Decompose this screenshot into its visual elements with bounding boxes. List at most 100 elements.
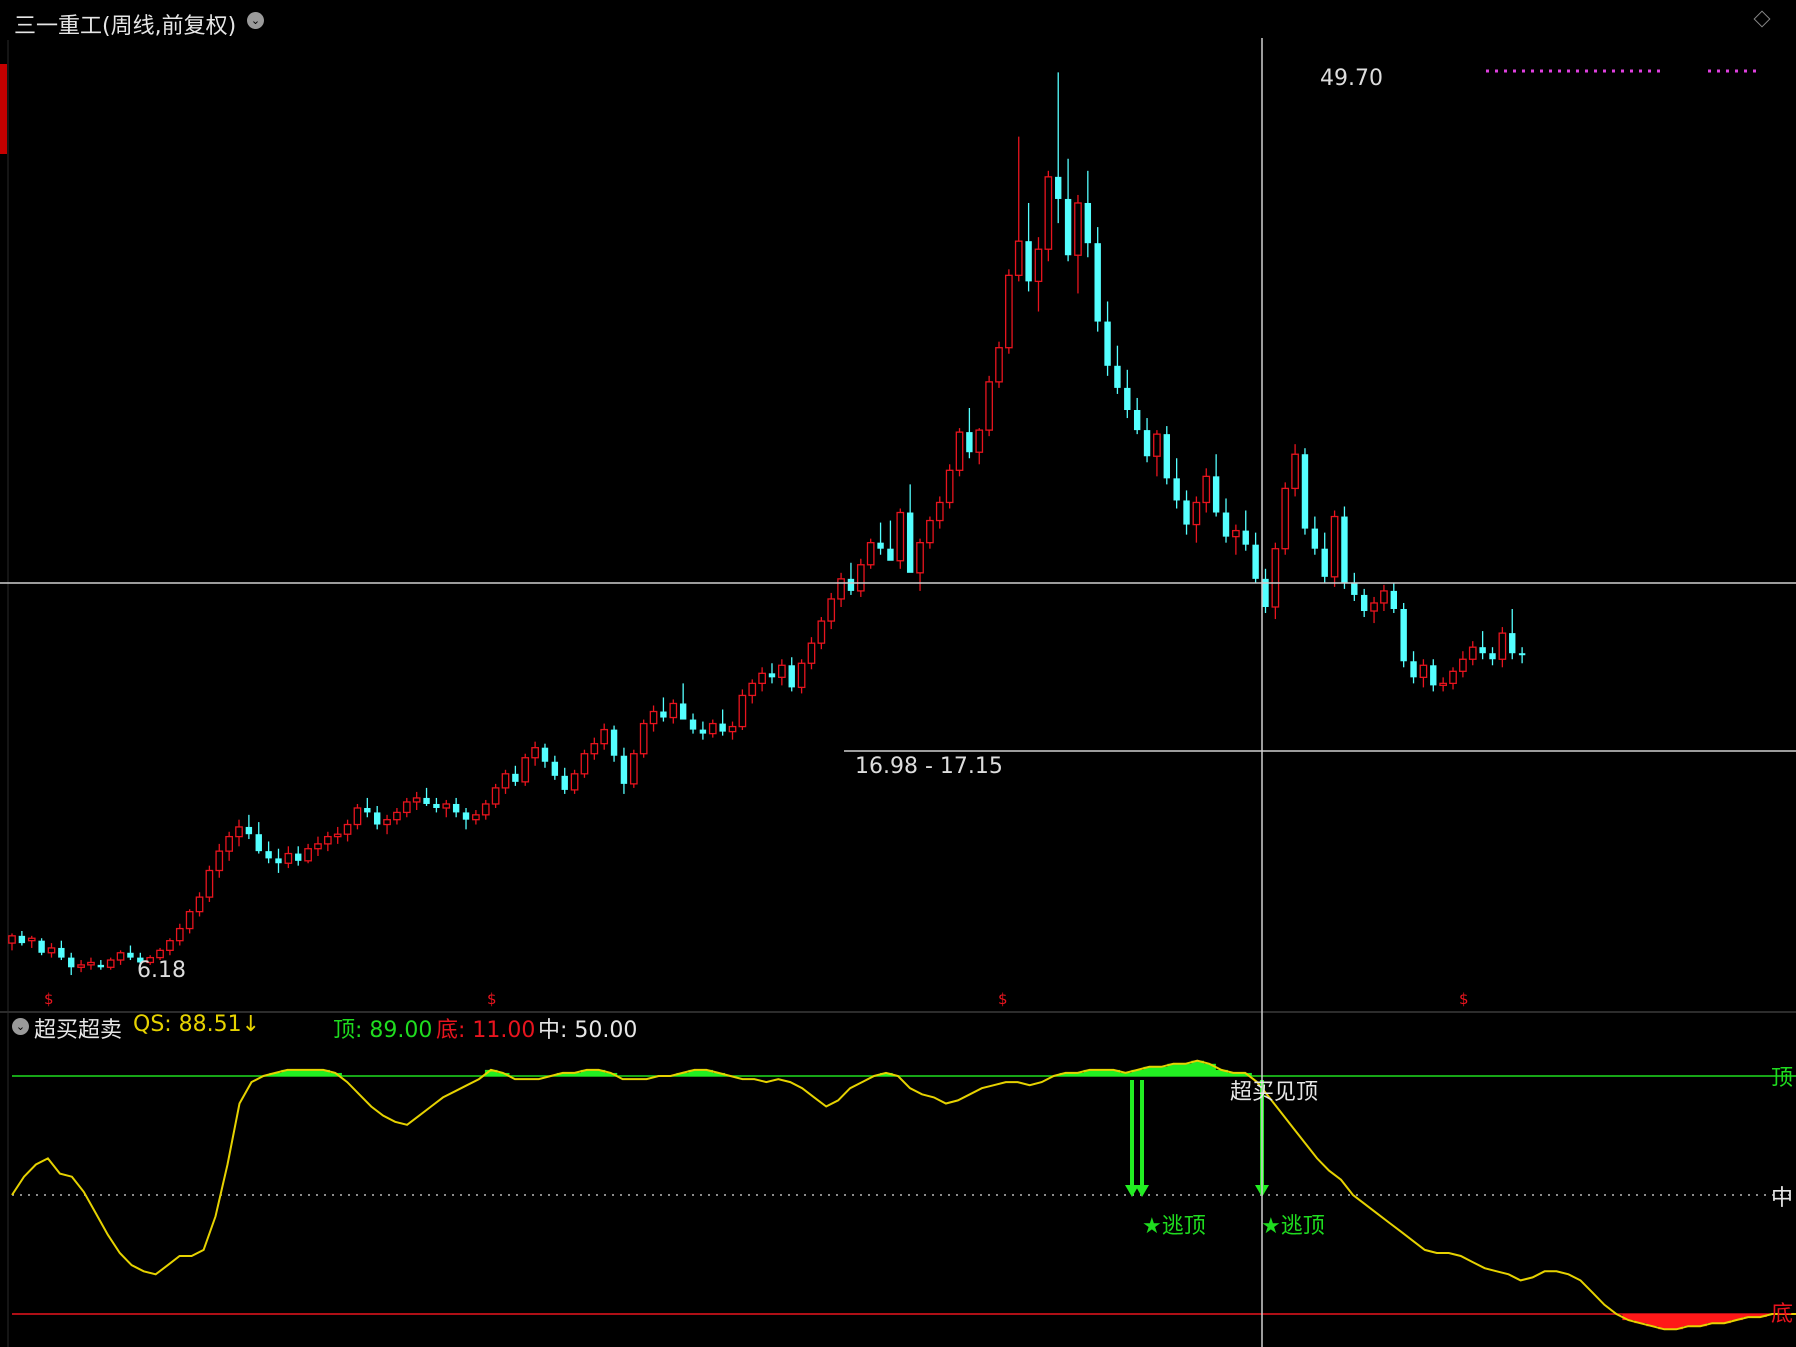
candle-body-up [353,807,362,826]
candle-body-down [1114,365,1121,388]
candle-body-up [827,598,836,622]
overbought-label: 超买见顶 [1230,1080,1319,1105]
marker-2: $ [487,990,497,1008]
candle-body-down [1222,512,1230,537]
high-price-label: 49.70 [1320,66,1383,91]
candle-body-up [600,728,609,745]
candle-body-up [531,747,539,759]
candle-body-up [1153,433,1161,457]
candle-body-up [1459,658,1467,672]
candle-body-down [1133,410,1141,431]
candle-body-down [364,807,371,813]
right-middle-label: 中 [1771,1186,1794,1211]
candlestick-series [8,72,1526,976]
candle-body-up [205,869,214,898]
candle-body-up [1192,501,1201,526]
grid-lines [0,40,1796,1347]
candle-body-down [512,773,519,782]
candle-body-up [669,702,678,719]
escape-arrow-head [1135,1185,1149,1197]
candle-body-down [265,851,272,859]
candle-body-up [738,694,747,728]
marker-1: $ [44,990,54,1008]
candle-body-down [877,542,884,549]
candle-body-down [906,512,914,573]
middle-level-label: 中: 50.00 [538,1018,638,1043]
candle-body-up [343,823,352,835]
candle-body-up [284,852,293,864]
candle-body-down [699,729,707,734]
candle-body-up [87,961,95,966]
candle-body-down [1064,198,1072,256]
marker-3: $ [998,990,1008,1008]
indicator-chevron-icon[interactable]: ⌄ [12,1018,29,1035]
candle-body-up [195,896,204,913]
candle-body-up [995,347,1003,383]
candle-body-down [1509,633,1516,654]
candle-body-down [966,432,973,453]
candle-body-down [1025,241,1032,282]
candle-body-up [807,642,816,664]
right-top-label: 顶 [1771,1066,1794,1091]
overbought-fill [1179,1063,1192,1076]
candle-body-up [225,835,233,852]
candle-body-up [491,787,500,805]
candle-body-down [68,957,75,968]
candle-body-up [837,578,845,600]
chevron-circle-icon[interactable]: ⌄ [247,12,264,29]
candle-body-up [1419,664,1428,678]
left-edge-marker [0,64,7,154]
candle-body-up [945,469,954,504]
candle-body-up [175,927,184,942]
candle-body-up [314,843,322,850]
bottom-level-label: 底: 11.00 [436,1018,536,1043]
candle-body-down [788,665,795,688]
candle-body-up [649,710,658,725]
candle-body-up [1044,176,1053,250]
candle-body-down [1104,321,1111,366]
candle-body-up [47,947,56,954]
candle-body-down [1143,430,1151,457]
candle-body-up [501,773,510,789]
oversold-fill [1670,1314,1683,1330]
candle-body-down [1212,476,1220,513]
candle-body-down [245,826,253,835]
candle-body-up [985,381,993,431]
candle-body-up [8,935,16,944]
candle-body-up [393,811,401,821]
candle-body-up [185,910,194,930]
candle-body-down [295,853,302,861]
candle-body-up [521,757,530,783]
right-bottom-label: 底 [1771,1302,1794,1327]
escape-top-label-2: ★逃顶 [1261,1214,1325,1239]
candle-body-up [866,542,875,566]
candle-body-up [1380,590,1388,604]
candle-body-up [27,937,36,942]
oversold-fill [1658,1314,1671,1330]
candle-body-up [77,964,85,968]
qs-value: QS: 88.51↓ [133,1012,261,1037]
candle-body-down [1321,548,1328,577]
candle-body-up [817,620,826,644]
candle-body-down [679,703,687,720]
candle-body-down [1410,661,1417,678]
candle-body-up [1498,632,1507,660]
candle-body-down [847,578,855,591]
top-level-label: 顶: 89.00 [333,1018,433,1043]
candle-body-down [373,812,381,825]
range-readout: 16.98 - 17.15 [855,754,1003,779]
candle-body-down [1489,653,1496,660]
oversold-fill [1682,1314,1695,1327]
candle-body-up [856,564,865,592]
candle-body-up [304,848,312,862]
candle-body-down [1084,202,1092,244]
candle-body-up [402,801,411,814]
candle-body-up [708,722,717,735]
candle-body-down [1301,454,1309,529]
candle-body-up [590,743,599,755]
candle-body-down [1479,647,1486,654]
candle-body-down [255,834,262,852]
candle-body-down [1360,594,1368,612]
candle-body-down [433,803,440,808]
low-price-label: 6.18 [137,958,186,983]
